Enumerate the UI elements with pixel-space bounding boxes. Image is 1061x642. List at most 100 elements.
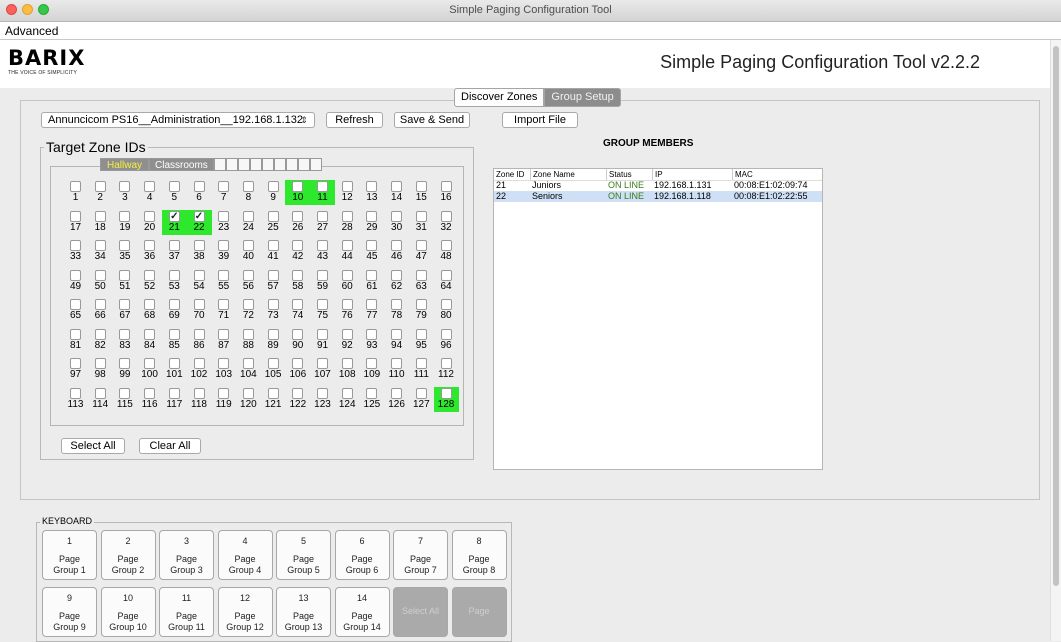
zone-checkbox[interactable]: [415, 299, 427, 310]
key-page-group-12[interactable]: 12 Page Group 12: [217, 587, 273, 637]
key-page-group-11[interactable]: 11 Page Group 11: [159, 587, 214, 637]
zone-checkbox[interactable]: [119, 269, 131, 281]
zone-114[interactable]: 114: [88, 387, 113, 412]
zone-checkbox[interactable]: [317, 358, 328, 369]
table-row[interactable]: 22 Seniors ON LINE 192.168.1.118 00:08:E1:02…: [494, 191, 822, 202]
zone-106[interactable]: 106: [285, 357, 310, 382]
zone-checkbox[interactable]: [70, 328, 81, 340]
zone-checkbox[interactable]: [242, 387, 254, 399]
zone-checkbox[interactable]: [70, 240, 81, 251]
zone-checkbox[interactable]: [168, 240, 180, 251]
key-page-group-5[interactable]: 5 Page Group 5: [276, 530, 331, 580]
col-mac[interactable]: MAC: [732, 169, 753, 180]
zone-checkbox[interactable]: [218, 358, 230, 369]
zone-32[interactable]: 32: [434, 210, 459, 235]
zone-checkbox[interactable]: [292, 299, 304, 310]
zone-26[interactable]: 26: [285, 210, 310, 235]
zone-81[interactable]: 81: [63, 328, 88, 353]
zone-checkbox[interactable]: [168, 299, 180, 310]
subtab-empty[interactable]: [213, 158, 226, 171]
subtab-empty[interactable]: [261, 158, 274, 171]
zone-checkbox[interactable]: [317, 269, 328, 281]
zone-56[interactable]: 56: [236, 269, 261, 294]
zone-checkbox[interactable]: [440, 181, 452, 192]
zone-checkbox[interactable]: [242, 299, 254, 310]
zone-121[interactable]: 121: [261, 387, 286, 412]
zone-checkbox[interactable]: [341, 358, 353, 369]
zone-checkbox[interactable]: [144, 240, 156, 251]
zone-checkbox[interactable]: [242, 240, 254, 251]
zone-checkbox[interactable]: [317, 181, 328, 192]
zone-checkbox[interactable]: [119, 181, 131, 192]
zone-checkbox[interactable]: [366, 240, 378, 251]
zone-91[interactable]: 91: [310, 328, 335, 353]
zone-83[interactable]: 83: [112, 328, 137, 353]
zone-61[interactable]: 61: [359, 269, 384, 294]
zone-checkbox[interactable]: [292, 269, 304, 281]
refresh-button[interactable]: Refresh: [326, 112, 383, 128]
zone-77[interactable]: 77: [359, 298, 384, 323]
zone-checkbox[interactable]: [119, 210, 131, 222]
zone-5[interactable]: 5: [162, 180, 187, 205]
menu-advanced[interactable]: Advanced: [5, 24, 58, 38]
zone-checkbox[interactable]: ✓: [193, 210, 205, 222]
zone-66[interactable]: 66: [88, 298, 113, 323]
zone-checkbox[interactable]: [341, 269, 353, 281]
zone-68[interactable]: 68: [137, 298, 162, 323]
subtab-empty[interactable]: [297, 158, 310, 171]
zone-109[interactable]: 109: [359, 357, 384, 382]
zone-118[interactable]: 118: [187, 387, 212, 412]
zone-checkbox[interactable]: [267, 181, 279, 192]
zone-checkbox[interactable]: [144, 358, 156, 369]
zone-checkbox[interactable]: [193, 358, 205, 369]
zone-checkbox[interactable]: [193, 328, 205, 340]
zone-111[interactable]: 111: [409, 357, 434, 382]
zone-98[interactable]: 98: [88, 357, 113, 382]
zone-48[interactable]: 48: [434, 239, 459, 264]
zone-checkbox[interactable]: [119, 387, 131, 399]
key-page-group-6[interactable]: 6 Page Group 6: [334, 530, 390, 580]
zone-12[interactable]: 12: [335, 180, 360, 205]
zone-126[interactable]: 126: [384, 387, 409, 412]
zone-1[interactable]: 1: [63, 180, 88, 205]
zone-107[interactable]: 107: [310, 357, 335, 382]
key-page-group-13[interactable]: 13 Page Group 13: [276, 587, 331, 637]
zone-checkbox[interactable]: [218, 387, 230, 399]
key-page[interactable]: Page: [451, 587, 507, 637]
zone-checkbox[interactable]: [193, 299, 205, 310]
zone-23[interactable]: 23: [211, 210, 236, 235]
zone-78[interactable]: 78: [384, 298, 409, 323]
zone-2[interactable]: 2: [88, 180, 113, 205]
zone-checkbox[interactable]: [366, 387, 378, 399]
zone-checkbox[interactable]: [94, 299, 106, 310]
zone-43[interactable]: 43: [310, 239, 335, 264]
subtab-empty[interactable]: [285, 158, 298, 171]
subtab-hallway[interactable]: Hallway: [100, 158, 150, 171]
zone-89[interactable]: 89: [261, 328, 286, 353]
zone-checkbox[interactable]: [440, 210, 452, 222]
zone-88[interactable]: 88: [236, 328, 261, 353]
zone-checkbox[interactable]: [193, 240, 205, 251]
zone-14[interactable]: 14: [384, 180, 409, 205]
col-zone-id[interactable]: Zone ID: [494, 169, 524, 180]
zone-checkbox[interactable]: [415, 269, 427, 281]
zone-checkbox[interactable]: [144, 269, 156, 281]
zone-37[interactable]: 37: [162, 239, 187, 264]
subtab-empty[interactable]: [273, 158, 286, 171]
zone-95[interactable]: 95: [409, 328, 434, 353]
zone-checkbox[interactable]: [292, 387, 304, 399]
zone-checkbox[interactable]: [218, 328, 230, 340]
zone-checkbox[interactable]: [242, 358, 254, 369]
zone-checkbox[interactable]: [391, 210, 403, 222]
zone-41[interactable]: 41: [261, 239, 286, 264]
zone-28[interactable]: 28: [335, 210, 360, 235]
zone-checkbox[interactable]: [193, 387, 205, 399]
zone-checkbox[interactable]: [144, 387, 156, 399]
device-select[interactable]: Annuncicom PS16__Administration__192.168…: [41, 112, 315, 128]
zone-120[interactable]: 120: [236, 387, 261, 412]
zone-checkbox[interactable]: [415, 358, 427, 369]
zone-checkbox[interactable]: [366, 358, 378, 369]
zone-checkbox[interactable]: [94, 240, 106, 251]
zone-51[interactable]: 51: [112, 269, 137, 294]
zone-checkbox[interactable]: [317, 328, 328, 340]
